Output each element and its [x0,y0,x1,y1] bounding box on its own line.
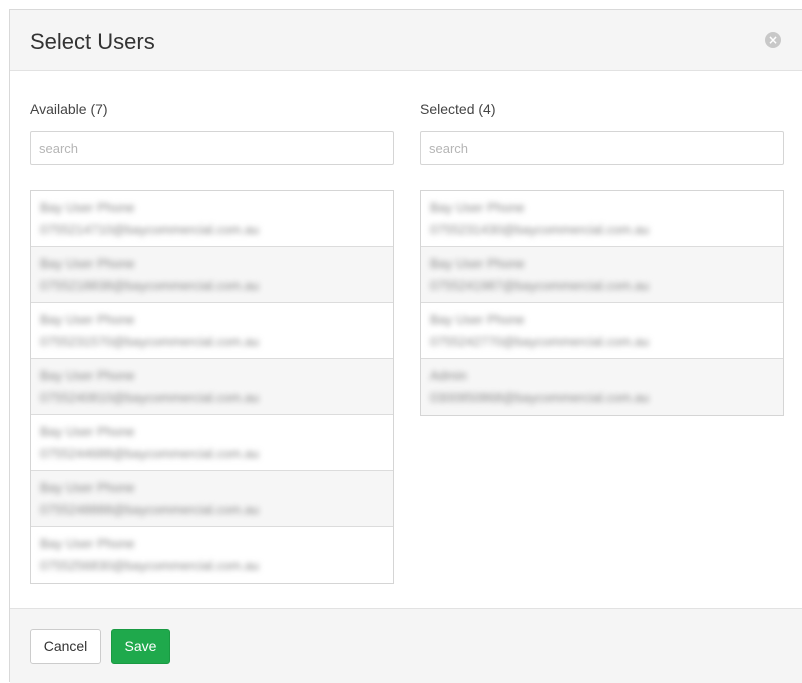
save-button[interactable]: Save [111,629,170,664]
available-label: Available (7) [30,101,108,117]
user-list-item[interactable]: Bay User Phone 0755214710@baycommercial.c… [31,191,393,247]
selected-user-list: Bay User Phone 0755231430@baycommercial.c… [420,190,784,416]
close-icon[interactable]: × [765,32,781,48]
cancel-button[interactable]: Cancel [30,629,101,664]
dialog-footer: Cancel Save [10,608,802,683]
user-email: 0755214710@baycommercial.com.au [40,222,260,237]
dialog-body: Available (7) Bay User Phone 0755214710@b… [10,71,802,608]
user-list-item[interactable]: Bay User Phone 0755231570@baycommercial.c… [31,303,393,359]
user-name: Bay User Phone [430,200,525,215]
user-name: Bay User Phone [40,256,135,271]
user-name: Bay User Phone [430,256,525,271]
user-name: Bay User Phone [40,200,135,215]
user-list-item[interactable]: Bay User Phone 0755218838@baycommercial.c… [31,247,393,303]
user-list-item[interactable]: Bay User Phone 0755231430@baycommercial.c… [421,191,783,247]
select-users-dialog: Select Users × Available (7) Bay User Ph… [9,9,802,683]
user-name: Bay User Phone [40,368,135,383]
user-name: Bay User Phone [430,312,525,327]
user-name: Admin [430,368,467,383]
selected-search-input[interactable] [420,131,784,165]
user-email: 0755242770@baycommercial.com.au [430,334,650,349]
user-email: 0755241987@baycommercial.com.au [430,278,650,293]
user-email: 0300950868@baycommercial.com.au [430,390,650,405]
user-email: 0755240810@baycommercial.com.au [40,390,260,405]
user-name: Bay User Phone [40,312,135,327]
user-list-item[interactable]: Bay User Phone 0755241987@baycommercial.c… [421,247,783,303]
user-email: 0755244688@baycommercial.com.au [40,446,260,461]
user-email: 0755218838@baycommercial.com.au [40,278,260,293]
user-email: 0755256830@baycommercial.com.au [40,558,260,573]
user-name: Bay User Phone [40,424,135,439]
available-user-list: Bay User Phone 0755214710@baycommercial.c… [30,190,394,584]
dialog-title: Select Users [30,29,155,54]
user-list-item[interactable]: Bay User Phone 0755244688@baycommercial.c… [31,415,393,471]
dialog-header: Select Users × [10,10,802,71]
user-name: Bay User Phone [40,536,135,551]
user-name: Bay User Phone [40,480,135,495]
user-list-item[interactable]: Bay User Phone 0755256830@baycommercial.c… [31,527,393,583]
user-email: 0755231430@baycommercial.com.au [430,222,650,237]
selected-label: Selected (4) [420,101,496,117]
user-list-item[interactable]: Admin 0300950868@baycommercial.com.au [421,359,783,415]
user-list-item[interactable]: Bay User Phone 0755240810@baycommercial.c… [31,359,393,415]
user-email: 0755248888@baycommercial.com.au [40,502,260,517]
user-list-item[interactable]: Bay User Phone 0755242770@baycommercial.c… [421,303,783,359]
available-search-input[interactable] [30,131,394,165]
user-email: 0755231570@baycommercial.com.au [40,334,260,349]
user-list-item[interactable]: Bay User Phone 0755248888@baycommercial.c… [31,471,393,527]
